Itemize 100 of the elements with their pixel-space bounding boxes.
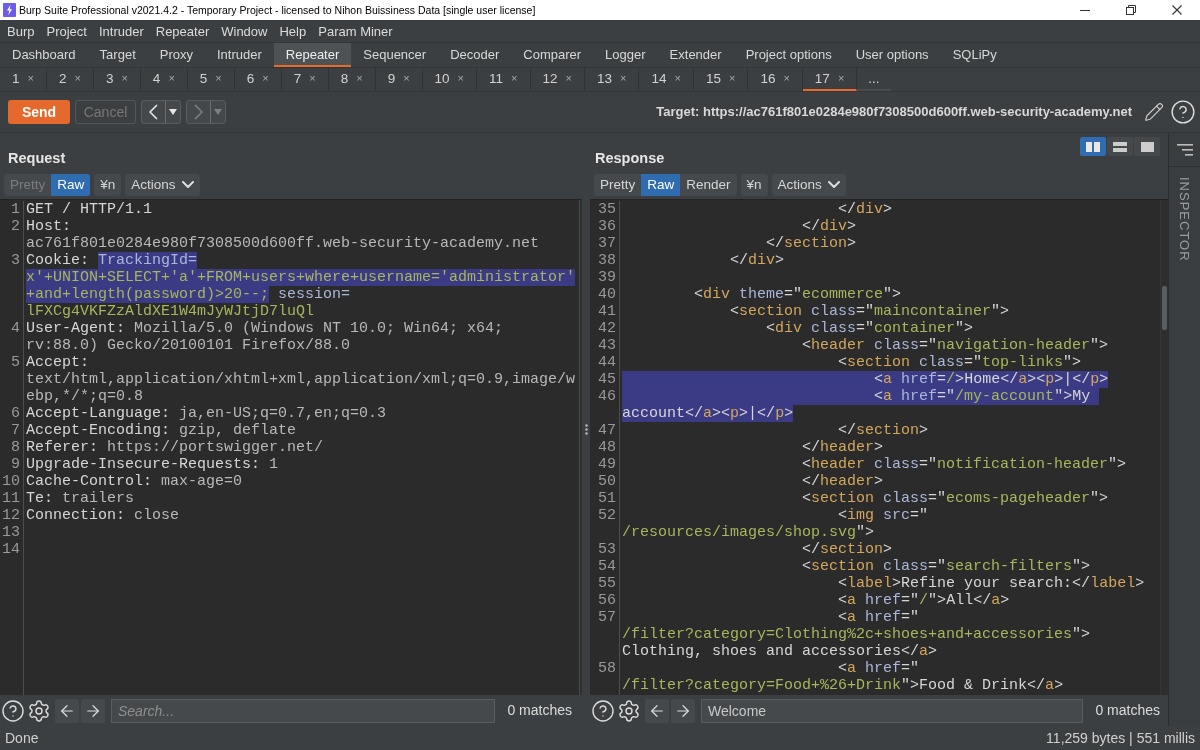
- view-tab[interactable]: Render: [680, 173, 737, 196]
- numbered-tab[interactable]: 16 ×: [748, 68, 803, 91]
- menu-icon[interactable]: [1176, 143, 1193, 156]
- layout-button[interactable]: [1080, 137, 1106, 156]
- next-match-button[interactable]: [81, 698, 105, 723]
- previous-match-button[interactable]: [645, 698, 669, 723]
- view-tab[interactable]: Pretty: [594, 173, 642, 196]
- numbered-tab[interactable]: 15 ×: [693, 68, 749, 91]
- help-icon[interactable]: [591, 698, 615, 723]
- numbered-tab[interactable]: 7 ×: [281, 68, 329, 91]
- edit-target-button[interactable]: [1143, 101, 1165, 123]
- newline-toggle[interactable]: ¥n: [94, 173, 122, 196]
- main-tab[interactable]: Intruder: [205, 43, 274, 67]
- newline-toggle[interactable]: ¥n: [740, 173, 768, 196]
- menu-item[interactable]: Param Miner: [312, 24, 399, 38]
- response-editor[interactable]: [590, 199, 1168, 695]
- line-number: 55: [598, 575, 616, 592]
- previous-match-button[interactable]: [55, 698, 79, 723]
- settings-icon[interactable]: [617, 698, 641, 723]
- numbered-tab[interactable]: 9 ×: [375, 68, 423, 91]
- search-field[interactable]: Welcome: [701, 698, 1084, 723]
- menu-item[interactable]: Help: [273, 24, 313, 38]
- code-line: User-Agent: Mozilla/5.0 (Windows NT 10.0; Win64; x64;: [26, 320, 504, 337]
- main-tab[interactable]: Decoder: [438, 43, 512, 67]
- main-tab[interactable]: Extender: [657, 43, 734, 67]
- line-number: 54: [598, 558, 616, 575]
- settings-icon[interactable]: [27, 698, 51, 723]
- close-tab-button[interactable]: ×: [215, 73, 222, 84]
- close-tab-button[interactable]: ×: [27, 73, 34, 84]
- line-number: 14: [2, 541, 20, 558]
- layout-button[interactable]: [1134, 137, 1160, 156]
- numbered-tab[interactable]: 12 ×: [530, 68, 585, 91]
- numbered-tab[interactable]: 1 ×: [0, 68, 47, 91]
- numbered-tab[interactable]: 13 ×: [584, 68, 640, 91]
- code-line: Connection: close: [26, 507, 180, 524]
- main-tab[interactable]: User options: [843, 43, 941, 67]
- code-line: <div class="container">: [765, 320, 974, 337]
- layout-button[interactable]: [1107, 137, 1133, 156]
- drag-handle-icon[interactable]: [584, 424, 588, 435]
- main-tab[interactable]: SQLiPy: [940, 43, 1009, 67]
- close-tab-button[interactable]: ×: [74, 73, 81, 84]
- inspector-sidebar[interactable]: INSPECTOR: [1168, 133, 1200, 726]
- menu-item[interactable]: Window: [215, 24, 274, 38]
- close-tab-button[interactable]: ×: [168, 73, 175, 84]
- request-editor[interactable]: [0, 199, 582, 695]
- main-tab[interactable]: Project options: [733, 43, 844, 67]
- close-tab-button[interactable]: ×: [565, 73, 572, 84]
- view-tab[interactable]: Raw: [641, 173, 681, 196]
- main-tab[interactable]: Sequencer: [351, 43, 439, 67]
- close-tab-button[interactable]: ×: [457, 73, 465, 84]
- menu-item[interactable]: Project: [40, 24, 93, 38]
- line-number: 39: [598, 269, 616, 286]
- next-match-button[interactable]: [671, 698, 695, 723]
- actions-button[interactable]: Actions: [771, 173, 846, 196]
- help-icon[interactable]: [1, 698, 25, 723]
- close-tab-button[interactable]: ×: [262, 73, 269, 84]
- close-tab-button[interactable]: ×: [783, 73, 790, 84]
- close-tab-button[interactable]: ×: [309, 73, 316, 84]
- code-line: Clothing, shoes and accessories</a>: [622, 643, 939, 660]
- close-tab-button[interactable]: ×: [837, 73, 845, 84]
- more-tabs-button[interactable]: ...: [857, 68, 891, 91]
- window-title: Burp Suite Professional v2021.4.2 - Temporary Project - licensed to Nihon Buissiness Data [single user license]: [19, 4, 536, 16]
- close-tab-button[interactable]: ×: [620, 73, 627, 84]
- line-number: 4: [11, 320, 20, 337]
- line-number: 2: [11, 218, 20, 235]
- close-tab-button[interactable]: ×: [511, 73, 518, 84]
- help-button[interactable]: [1170, 99, 1196, 125]
- main-tab[interactable]: Repeater: [273, 43, 352, 67]
- menu-item[interactable]: Burp: [1, 24, 41, 38]
- close-tab-button[interactable]: ×: [121, 73, 128, 84]
- numbered-tab[interactable]: 6 ×: [234, 68, 282, 91]
- numbered-tab[interactable]: 2 ×: [46, 68, 94, 91]
- main-tab[interactable]: Logger: [593, 43, 658, 67]
- close-tab-button[interactable]: ×: [356, 73, 363, 84]
- numbered-tab[interactable]: 14 ×: [639, 68, 694, 91]
- history-menu-button[interactable]: [165, 101, 180, 123]
- main-tab[interactable]: Dashboard: [0, 43, 88, 67]
- numbered-tab[interactable]: 17 ×: [802, 68, 858, 91]
- view-tab[interactable]: Raw: [51, 173, 91, 196]
- numbered-tab[interactable]: 4 ×: [140, 68, 188, 91]
- numbered-tab[interactable]: 3 ×: [93, 68, 141, 91]
- numbered-tab[interactable]: 8 ×: [328, 68, 376, 91]
- main-tab[interactable]: Target: [87, 43, 148, 67]
- inspector-label[interactable]: INSPECTOR: [1178, 177, 1191, 262]
- line-number: 56: [598, 592, 616, 609]
- menu-item[interactable]: Intruder: [92, 24, 150, 38]
- scrollbar-thumb[interactable]: [1162, 286, 1167, 330]
- line-number: 45: [598, 371, 616, 388]
- numbered-tab[interactable]: 10 ×: [422, 68, 478, 91]
- menu-item[interactable]: Repeater: [149, 24, 216, 38]
- close-tab-button[interactable]: ×: [403, 73, 410, 84]
- main-tab[interactable]: Comparer: [511, 43, 594, 67]
- main-tab[interactable]: Proxy: [147, 43, 205, 67]
- numbered-tab[interactable]: 11 ×: [477, 68, 531, 91]
- close-tab-button[interactable]: ×: [674, 73, 681, 84]
- actions-button[interactable]: Actions: [125, 173, 200, 196]
- numbered-tab[interactable]: 5 ×: [187, 68, 235, 91]
- search-field[interactable]: Search...: [111, 698, 496, 723]
- close-tab-button[interactable]: ×: [728, 73, 736, 84]
- code-line: Cache-Control: max-age=0: [26, 473, 243, 490]
